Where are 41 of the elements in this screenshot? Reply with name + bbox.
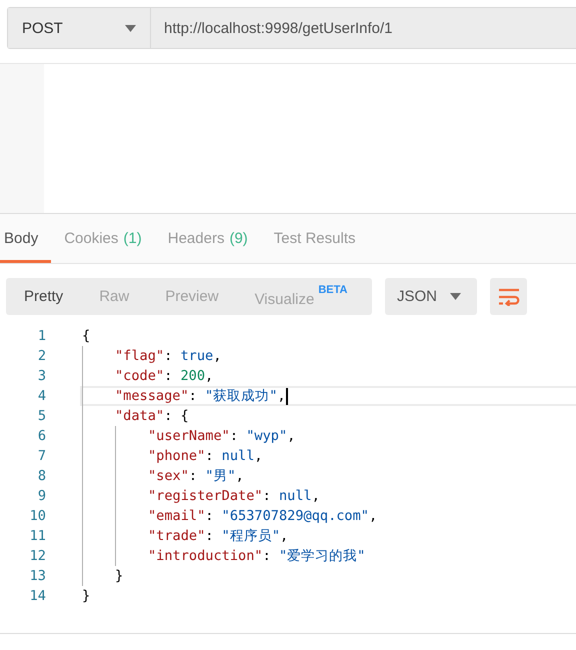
code-line: "introduction": "爱学习的我" bbox=[80, 546, 576, 566]
code-line: "registerDate": null, bbox=[80, 486, 576, 506]
view-mode-tab[interactable]: Pretty bbox=[24, 286, 64, 306]
code-line: } bbox=[81, 587, 92, 606]
code-line: } bbox=[80, 566, 576, 586]
code-line: "code": 200, bbox=[80, 366, 576, 386]
code-line: "flag": true, bbox=[80, 346, 576, 366]
line-number: 7 bbox=[36, 448, 46, 464]
wrap-lines-button[interactable] bbox=[490, 278, 527, 315]
code-line: { bbox=[81, 327, 92, 346]
format-dropdown[interactable]: JSON bbox=[385, 278, 477, 315]
line-number: 6 bbox=[36, 428, 46, 444]
caret-icon bbox=[450, 293, 461, 300]
line-number: 14 bbox=[28, 588, 46, 604]
view-mode-tab[interactable]: Visualize BETA bbox=[254, 283, 348, 310]
line-number: 5 bbox=[36, 408, 46, 424]
code-line: "sex": "男", bbox=[80, 466, 576, 486]
line-number: 8 bbox=[36, 468, 46, 484]
line-number: 13 bbox=[28, 568, 46, 584]
code-line: "phone": null, bbox=[80, 446, 576, 466]
line-number: 11 bbox=[28, 528, 46, 544]
text-cursor bbox=[286, 388, 288, 404]
view-mode-tab[interactable]: Preview bbox=[165, 286, 219, 306]
code-line: "email": "653707829@qq.com", bbox=[80, 506, 576, 526]
line-number: 12 bbox=[28, 548, 46, 564]
code-line: "data": { bbox=[80, 406, 576, 426]
response-tab[interactable]: Cookies (1) bbox=[60, 214, 155, 263]
response-tab[interactable]: Body bbox=[0, 214, 52, 263]
line-number: 2 bbox=[36, 348, 46, 364]
line-number: 1 bbox=[36, 328, 46, 344]
line-number: 4 bbox=[36, 388, 46, 404]
response-tab[interactable]: Headers (9) bbox=[164, 214, 261, 263]
code-line: "message": "获取成功", bbox=[80, 386, 576, 406]
code-line: "trade": "程序员", bbox=[80, 526, 576, 546]
line-number: 3 bbox=[36, 368, 46, 384]
response-tab[interactable]: Test Results bbox=[270, 214, 368, 263]
line-number: 9 bbox=[36, 488, 46, 504]
code-line: "userName": "wyp", bbox=[80, 426, 576, 446]
view-mode-tab[interactable]: Raw bbox=[99, 286, 130, 306]
line-number: 10 bbox=[28, 508, 46, 524]
wrap-icon bbox=[498, 288, 520, 306]
